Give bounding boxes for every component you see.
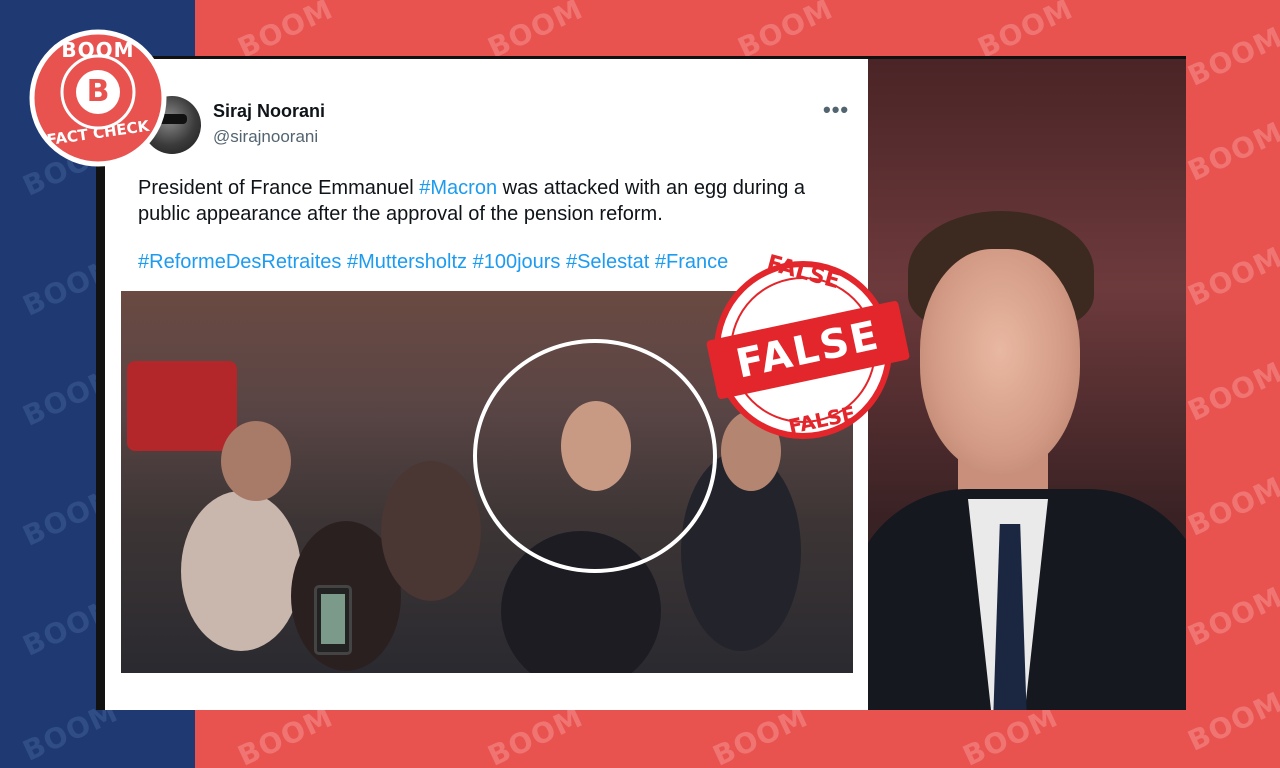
highlight-circle bbox=[473, 339, 717, 573]
boom-fact-check-logo: BOOM B FACT CHECK bbox=[28, 28, 168, 168]
red-flag bbox=[127, 361, 237, 451]
more-options-icon[interactable]: ••• bbox=[823, 97, 849, 123]
logo-top-text: BOOM bbox=[61, 38, 135, 62]
logo-letter: B bbox=[76, 70, 120, 114]
author-name[interactable]: Siraj Noorani bbox=[213, 101, 325, 122]
author-handle[interactable]: @sirajnoorani bbox=[213, 127, 318, 147]
hashtag-link[interactable]: #Macron bbox=[419, 177, 497, 199]
phone-in-video bbox=[314, 585, 352, 655]
tweet-text-start: President of France Emmanuel bbox=[138, 177, 420, 199]
tweet-text: President of France Emmanuel #Macron was… bbox=[138, 175, 858, 227]
false-stamp: FALSE FALSE FALSE bbox=[688, 251, 918, 443]
